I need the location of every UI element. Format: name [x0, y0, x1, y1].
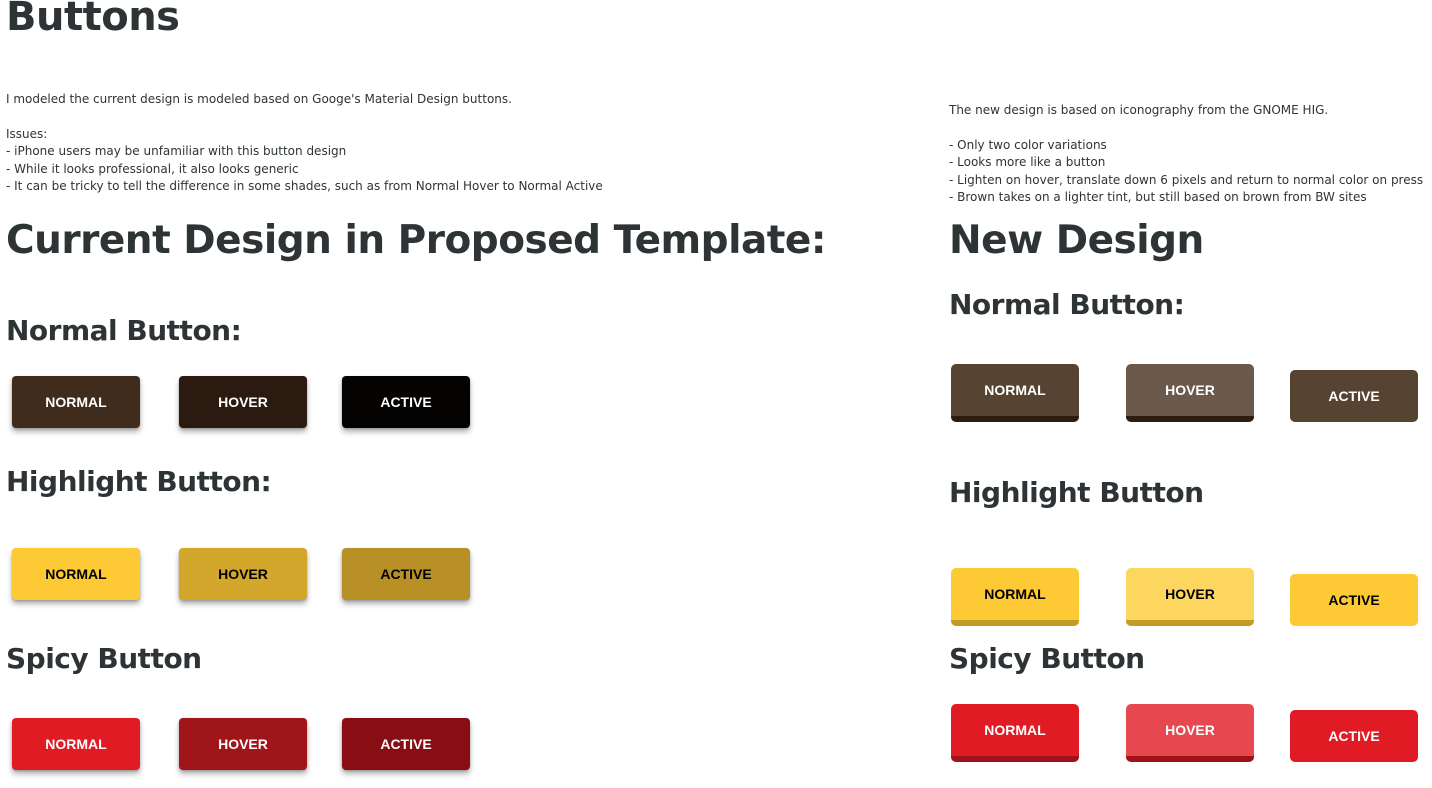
current-spicy-button-active[interactable]: ACTIVE [342, 718, 470, 770]
new-normal-button-normal[interactable]: NORMAL [951, 364, 1079, 422]
left-highlight-section-title: Highlight Button: [6, 465, 272, 498]
new-highlight-button-hover[interactable]: HOVER [1126, 568, 1254, 626]
issue-item: - iPhone users may be unfamiliar with th… [6, 144, 347, 158]
page-title: Buttons [6, 0, 180, 40]
new-highlight-button-active[interactable]: ACTIVE [1290, 574, 1418, 626]
point-item: - Only two color variations [949, 138, 1107, 152]
right-highlight-section-title: Highlight Button [949, 476, 1204, 509]
issue-item: - It can be tricky to tell the differenc… [6, 179, 603, 193]
issues-heading: Issues: [6, 127, 48, 141]
current-highlight-button-hover[interactable]: HOVER [179, 548, 307, 600]
new-design-heading: New Design [949, 218, 1204, 263]
new-spicy-button-hover[interactable]: HOVER [1126, 704, 1254, 762]
current-normal-button-active[interactable]: ACTIVE [342, 376, 470, 428]
current-highlight-button-normal[interactable]: NORMAL [12, 548, 140, 600]
new-spicy-button-normal[interactable]: NORMAL [951, 704, 1079, 762]
left-normal-section-title: Normal Button: [6, 314, 242, 347]
current-normal-button-normal[interactable]: NORMAL [12, 376, 140, 428]
left-spicy-section-title: Spicy Button [6, 642, 202, 675]
current-highlight-button-active[interactable]: ACTIVE [342, 548, 470, 600]
current-spicy-button-hover[interactable]: HOVER [179, 718, 307, 770]
left-intro: I modeled the current design is modeled … [6, 92, 512, 106]
point-item: - Lighten on hover, translate down 6 pix… [949, 173, 1424, 187]
point-item: - Brown takes on a lighter tint, but sti… [949, 190, 1367, 204]
new-highlight-button-normal[interactable]: NORMAL [951, 568, 1079, 626]
right-spicy-section-title: Spicy Button [949, 642, 1145, 675]
issue-item: - While it looks professional, it also l… [6, 162, 299, 176]
new-normal-button-hover[interactable]: HOVER [1126, 364, 1254, 422]
current-design-heading: Current Design in Proposed Template: [6, 218, 826, 263]
current-spicy-button-normal[interactable]: NORMAL [12, 718, 140, 770]
new-normal-button-active[interactable]: ACTIVE [1290, 370, 1418, 422]
new-spicy-button-active[interactable]: ACTIVE [1290, 710, 1418, 762]
right-intro: The new design is based on iconography f… [949, 103, 1329, 117]
right-normal-section-title: Normal Button: [949, 288, 1185, 321]
current-normal-button-hover[interactable]: HOVER [179, 376, 307, 428]
point-item: - Looks more like a button [949, 155, 1106, 169]
